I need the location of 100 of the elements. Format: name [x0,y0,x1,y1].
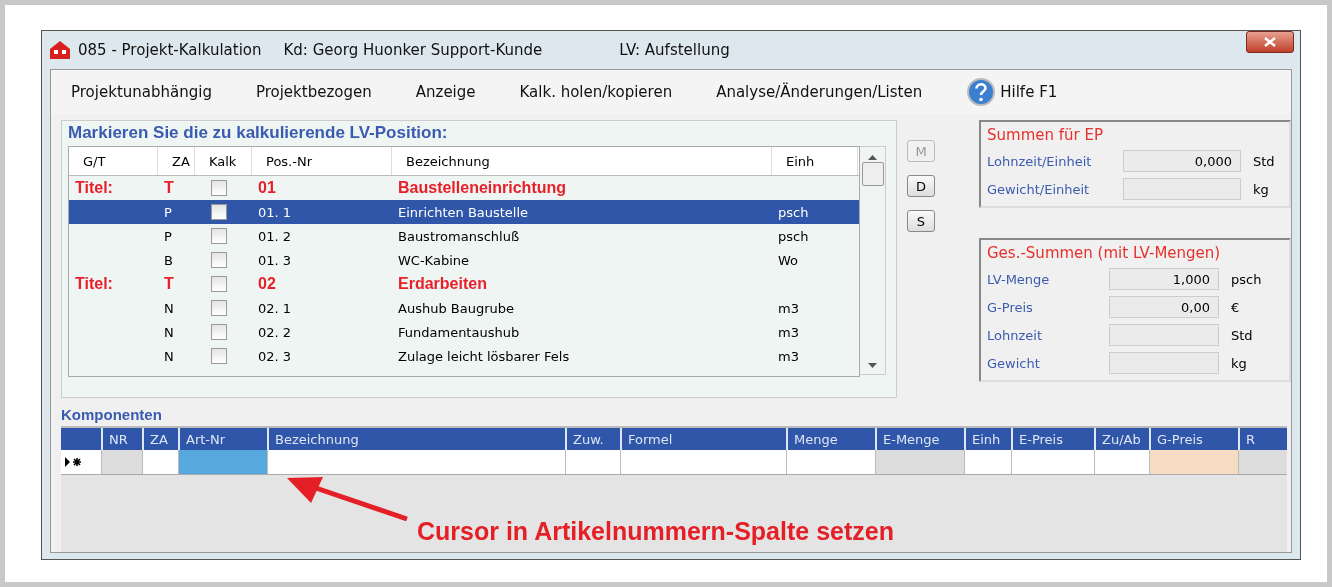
unit-label: psch [1231,271,1262,287]
scroll-up-icon[interactable] [868,155,877,160]
kalk-checkbox[interactable] [211,276,227,292]
unit-cell-text: psch [777,204,810,220]
section-heading: Komponenten [61,406,163,423]
close-icon [1263,37,1277,47]
annotation-text: Cursor in Artikelnummern-Spalte setzen [417,517,894,546]
column-header[interactable]: Pos.-Nr [252,147,392,175]
unit-cell-text: m3 [777,324,800,340]
panel-heading: Markieren Sie die zu kalkulierende LV-Position: [68,123,449,143]
grid-cell[interactable] [1094,450,1149,474]
scroll-down-icon[interactable] [868,363,877,368]
menu-item[interactable]: Anzeige [415,83,476,101]
readonly-field: 0,000 [1123,150,1241,172]
field-label: LV-Menge [987,271,1051,287]
column-header[interactable]: Bezeichnung [392,147,772,175]
column-header[interactable]: ZA [158,147,195,175]
field-label: Lohnzeit [987,327,1043,343]
scroll-thumb[interactable] [861,162,884,186]
active-cell[interactable] [178,450,267,474]
unit-label: kg [1253,181,1269,197]
menu-item[interactable]: Projektbezogen [255,83,372,101]
za-cell-text: P [163,228,173,244]
column-header[interactable]: Kalk [195,147,252,175]
description-cell-text: Fundamentaushub [397,324,521,340]
za-cell-text: N [163,348,175,364]
za-cell-text: B [163,252,174,268]
position-number: 02 [257,275,277,293]
position-row[interactable]: B 01. 3 WC-Kabine Wo [69,248,859,272]
description-cell-text: Aushub Baugrube [397,300,515,316]
kalk-checkbox[interactable] [211,252,227,268]
grid-cell[interactable] [1011,450,1094,474]
unit-cell-text: m3 [777,300,800,316]
grid-cell[interactable] [786,450,875,474]
field-label: Gewicht/Einheit [987,181,1091,197]
position-row[interactable]: N 02. 1 Aushub Baugrube m3 [69,296,859,320]
customer-label: Kd: Georg Huonker Support-Kunde [283,41,543,59]
za-cell-text: P [163,204,173,220]
grid-cell[interactable] [267,450,565,474]
grid-cell[interactable] [875,450,964,474]
kalk-checkbox[interactable] [211,348,227,364]
help-icon [966,77,997,107]
grid-cell[interactable] [1149,450,1238,474]
lv-label: LV: Aufstellung [619,41,730,59]
help-menu[interactable]: Hilfe F1 [966,77,1058,107]
readonly-field: 0,00 [1109,296,1219,318]
za-cell-text: T [163,275,175,293]
kalk-checkbox[interactable] [211,228,227,244]
unit-cell-text: Wo [777,252,800,268]
house-icon [48,39,72,61]
menu-item[interactable]: Projektunabhängig [71,83,212,101]
unit-cell-text: m3 [777,348,800,364]
description-cell-text: Einrichten Baustelle [397,204,530,220]
za-cell-text: T [163,179,175,197]
grid-cell[interactable] [1238,450,1286,474]
type-cell-text: Titel: [74,275,114,293]
type-cell-text: Titel: [74,179,114,197]
position-number: 01 [257,179,277,197]
unit-label: € [1231,299,1240,315]
scrollbar[interactable] [860,146,886,375]
unit-label: Std [1253,153,1275,169]
side-button[interactable]: S [907,210,935,232]
description-cell-text: Baustromanschluß [397,228,521,244]
description-cell-text: Erdarbeiten [397,275,488,293]
unit-cell-text: psch [777,228,810,244]
kalk-checkbox[interactable] [211,180,227,196]
kalk-checkbox[interactable] [211,204,227,220]
grid-cell[interactable] [565,450,620,474]
position-number: 02. 2 [257,324,293,340]
za-cell-text: N [163,324,175,340]
position-row[interactable]: P 01. 1 Einrichten Baustelle psch [69,200,859,224]
grid-cell[interactable] [101,450,142,474]
field-label: Gewicht [987,355,1041,371]
position-number: 01. 3 [257,252,293,268]
grid-cell[interactable] [964,450,1011,474]
group-title: Summen für EP [987,126,1104,144]
description-cell-text: WC-Kabine [397,252,470,268]
position-row[interactable]: P 01. 2 Baustromanschluß psch [69,224,859,248]
kalk-checkbox[interactable] [211,300,227,316]
description-cell-text: Baustelleneinrichtung [397,179,568,197]
readonly-field: 1,000 [1109,268,1219,290]
close-button[interactable] [1246,31,1294,53]
kalk-checkbox[interactable] [211,324,227,340]
position-row[interactable]: N 02. 3 Zulage leicht lösbarer Fels m3 [69,344,859,368]
position-row[interactable]: Titel: T 02 Erdarbeiten [69,272,859,296]
grid-cell[interactable] [620,450,786,474]
column-header[interactable]: Einh [772,147,858,175]
column-header[interactable]: G/T [69,147,158,175]
position-number: 02. 3 [257,348,293,364]
position-row[interactable]: Titel: T 01 Baustelleneinrichtung [69,176,859,200]
unit-label: kg [1231,355,1247,371]
group-title: Ges.-Summen (mit LV-Mengen) [987,244,1222,262]
grid-cell[interactable] [142,450,178,474]
field-label: Lohnzeit/Einheit [987,153,1093,169]
menu-item[interactable]: Analyse/Änderungen/Listen [716,83,923,101]
side-button[interactable]: D [907,175,935,197]
unit-label: Std [1231,327,1253,343]
menu-item[interactable]: Kalk. holen/kopieren [519,83,673,101]
position-number: 01. 1 [257,204,293,220]
position-row[interactable]: N 02. 2 Fundamentaushub m3 [69,320,859,344]
